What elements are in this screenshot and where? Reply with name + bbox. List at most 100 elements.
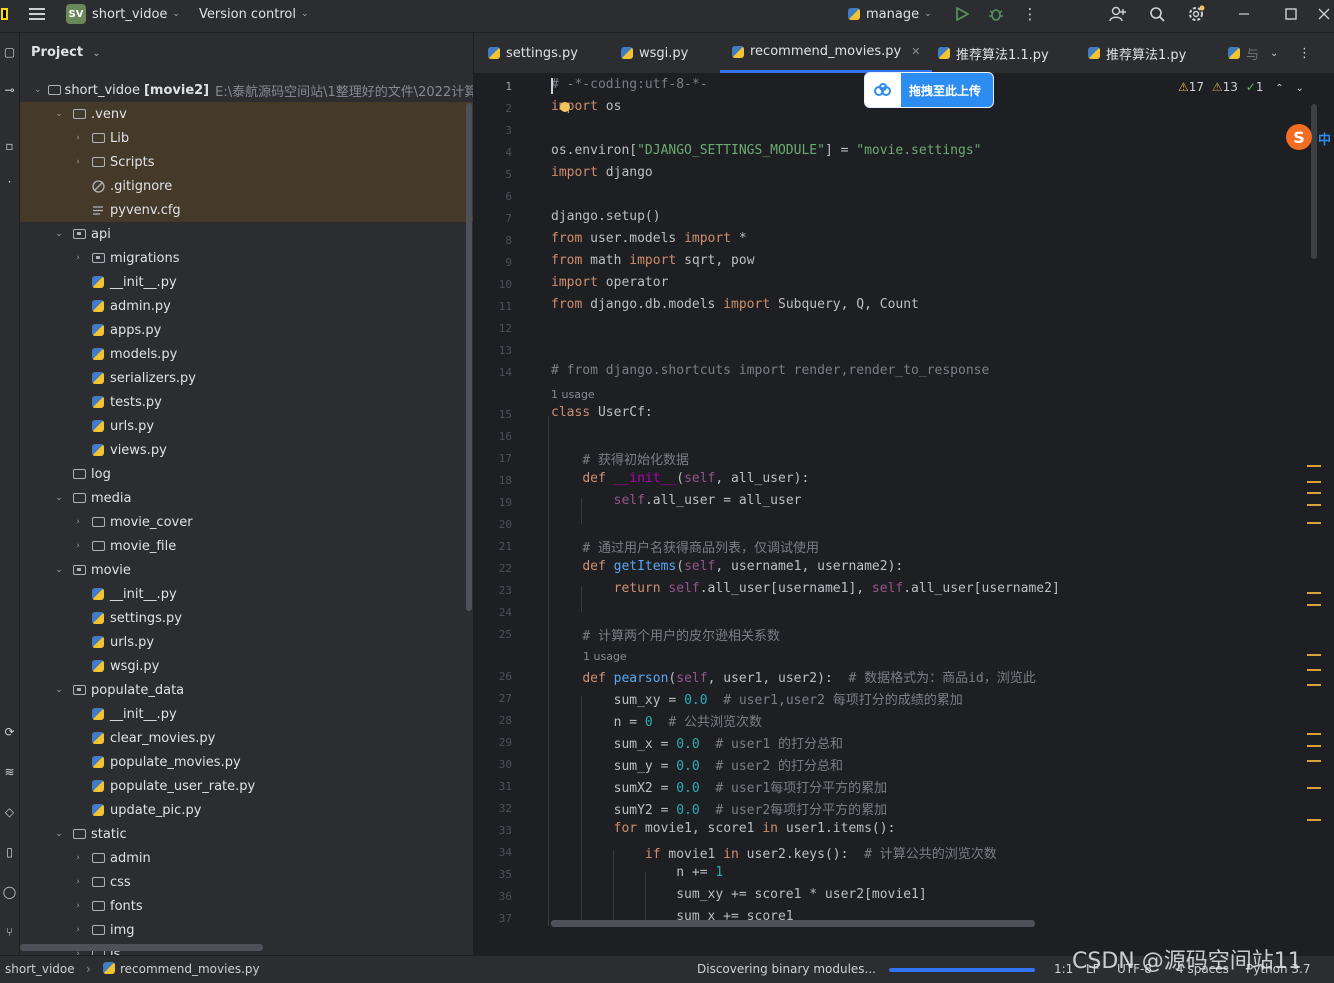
terminal-tool-icon[interactable]: ▯	[0, 845, 19, 859]
close-tab-icon[interactable]: ✕	[911, 45, 920, 58]
tab-wsgi-py[interactable]: wsgi.py	[621, 33, 688, 73]
chevron-down-icon[interactable]: ⌄	[53, 829, 65, 839]
tree-row[interactable]: ⌄ static	[20, 822, 473, 846]
chevron-down-icon[interactable]: ⌄	[34, 85, 42, 95]
chevron-right-icon[interactable]: ›	[72, 853, 84, 863]
input-method-widget[interactable]: S 中	[1284, 124, 1334, 152]
line-number[interactable]: 18	[474, 474, 512, 487]
tree-row[interactable]: clear_movies.py	[20, 726, 473, 750]
warning-marker[interactable]	[1307, 592, 1321, 594]
code-line[interactable]: self.all_user = all_user	[551, 493, 802, 508]
code-line[interactable]: return self.all_user[username1], self.al…	[551, 581, 1060, 596]
warning-marker[interactable]	[1307, 465, 1321, 467]
line-number[interactable]: 26	[474, 670, 512, 683]
tree-row[interactable]: apps.py	[20, 318, 473, 342]
line-number[interactable]: 22	[474, 562, 512, 575]
warning-marker[interactable]	[1307, 604, 1321, 606]
tree-row[interactable]: views.py	[20, 438, 473, 462]
lightbulb-icon[interactable]	[560, 102, 570, 112]
layers-tool-icon[interactable]: ≋	[0, 765, 19, 779]
code-line[interactable]: import operator	[551, 275, 668, 290]
line-number[interactable]: 7	[474, 212, 512, 225]
code-line[interactable]: import django	[551, 165, 653, 180]
line-number[interactable]: 24	[474, 606, 512, 619]
code-line[interactable]: def pearson(self, user1, user2): # 数据格式为…	[551, 667, 1035, 686]
line-number[interactable]: 15	[474, 408, 512, 421]
tab-more-icon[interactable]: ⋮	[1298, 33, 1311, 73]
tree-row[interactable]: urls.py	[20, 630, 473, 654]
tree-row[interactable]: ⌄ media	[20, 486, 473, 510]
packages-tool-icon[interactable]: ◇	[0, 805, 19, 819]
line-number[interactable]: 35	[474, 868, 512, 881]
line-number[interactable]: 34	[474, 846, 512, 859]
chevron-right-icon[interactable]: ›	[72, 133, 84, 143]
code-line[interactable]: from user.models import *	[551, 231, 747, 246]
line-number[interactable]: 10	[474, 278, 512, 291]
tree-row[interactable]: › img	[20, 918, 473, 942]
settings-gear-icon[interactable]	[1184, 4, 1208, 24]
search-icon[interactable]	[1145, 4, 1169, 24]
line-number[interactable]: 6	[474, 190, 512, 203]
line-number[interactable]: 36	[474, 890, 512, 903]
tab-settings-py[interactable]: settings.py	[488, 33, 578, 73]
code-line[interactable]: from django.db.models import Subquery, Q…	[551, 297, 919, 312]
project-widget[interactable]: SV short_vidoe ⌄	[66, 0, 180, 28]
line-number[interactable]: 2	[474, 102, 512, 115]
add-user-icon[interactable]	[1106, 4, 1130, 24]
next-highlight-icon[interactable]: ⌄	[1296, 83, 1304, 94]
git-tool-icon[interactable]: ⑂	[0, 925, 19, 939]
caret-position[interactable]: 1:1	[1054, 962, 1073, 976]
line-number[interactable]: 31	[474, 780, 512, 793]
line-number[interactable]: 4	[474, 146, 512, 159]
tree-row[interactable]: .gitignore	[20, 174, 473, 198]
tree-row[interactable]: __init__.py	[20, 702, 473, 726]
code-line[interactable]: from math import sqrt, pow	[551, 253, 755, 268]
vcs-widget[interactable]: Version control ⌄	[199, 0, 309, 28]
line-number[interactable]: 1	[474, 80, 512, 93]
tree-row[interactable]: admin.py	[20, 294, 473, 318]
chevron-right-icon[interactable]: ›	[72, 901, 84, 911]
problems-tool-icon[interactable]: ◯	[0, 885, 19, 899]
warning-marker[interactable]	[1307, 819, 1321, 821]
line-number[interactable]: 21	[474, 540, 512, 553]
project-horizontal-scrollbar[interactable]	[20, 944, 263, 951]
tab-truncated[interactable]: 与	[1228, 33, 1259, 73]
warning-marker[interactable]	[1307, 522, 1321, 524]
main-menu-icon[interactable]	[25, 4, 49, 24]
warning-marker[interactable]	[1307, 733, 1321, 735]
tree-row[interactable]: __init__.py	[20, 270, 473, 294]
line-number[interactable]: 9	[474, 256, 512, 269]
warning-marker[interactable]	[1307, 669, 1321, 671]
warning-marker[interactable]	[1307, 504, 1321, 506]
line-number[interactable]: 37	[474, 912, 512, 925]
line-number[interactable]: 16	[474, 430, 512, 443]
code-line[interactable]: n += 1	[551, 865, 723, 880]
run-config-selector[interactable]: manage ⌄	[848, 0, 932, 28]
tree-row[interactable]: › Lib	[20, 126, 473, 150]
line-number[interactable]: 19	[474, 496, 512, 509]
tab-algorithm-1-1-py[interactable]: 推荐算法1.1.py	[938, 33, 1049, 73]
project-tool-icon[interactable]: ▢	[0, 45, 19, 59]
chevron-down-icon[interactable]: ⌄	[53, 565, 65, 575]
tree-row[interactable]: ⌄ .venv	[20, 102, 473, 126]
line-number[interactable]: 25	[474, 628, 512, 641]
line-number[interactable]: 17	[474, 452, 512, 465]
tree-row[interactable]: › css	[20, 870, 473, 894]
chevron-right-icon[interactable]: ›	[72, 253, 84, 263]
chevron-right-icon[interactable]: ›	[72, 877, 84, 887]
usage-hint[interactable]: 1 usage	[551, 388, 595, 401]
tab-recommend-movies-py[interactable]: recommend_movies.py ✕	[720, 33, 933, 73]
tree-row[interactable]: › Scripts	[20, 150, 473, 174]
app-icon[interactable]	[0, 4, 10, 24]
tree-row[interactable]: wsgi.py	[20, 654, 473, 678]
tab-algorithm-1-py[interactable]: 推荐算法1.py	[1088, 33, 1186, 73]
code-line[interactable]: n = 0 # 公共浏览次数	[551, 711, 762, 730]
maximize-icon[interactable]	[1279, 4, 1303, 24]
chevron-down-icon[interactable]: ⌄	[53, 685, 65, 695]
warning-marker[interactable]	[1307, 787, 1321, 789]
close-icon[interactable]	[1314, 4, 1334, 24]
tree-row[interactable]: ⌄ short_vidoe [movie2] E:\泰航源码空间站\1整理好的文件\2…	[20, 78, 473, 102]
tree-row[interactable]: tests.py	[20, 390, 473, 414]
project-panel-header[interactable]: Project ⌄	[31, 45, 100, 60]
line-number[interactable]: 8	[474, 234, 512, 247]
